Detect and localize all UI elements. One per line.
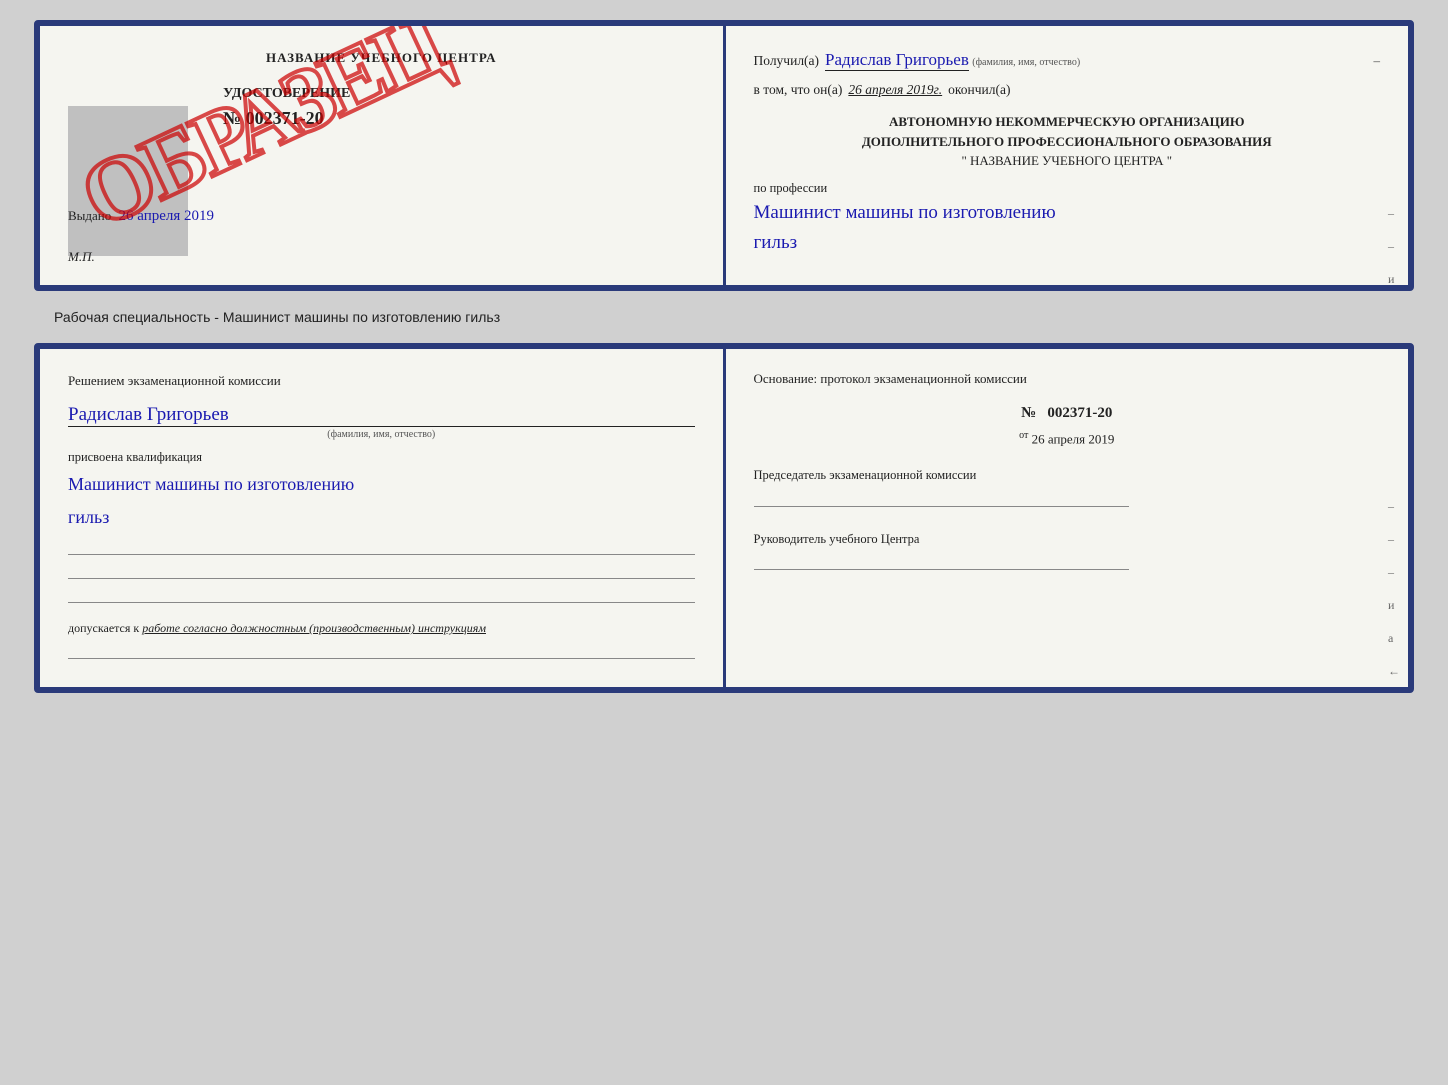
number-label: № (1021, 405, 1036, 421)
dopuskaetsya-value: работе согласно должностным (производств… (142, 621, 486, 635)
profession-line2: гильз (754, 230, 1381, 257)
underline-4 (68, 641, 695, 659)
separator-text: Рабочая специальность - Машинист машины … (54, 309, 500, 325)
protocol-number: № 002371-20 (754, 405, 1381, 422)
komissia-title: Решением экзаменационной комиссии (68, 371, 695, 391)
recipient-subtext: (фамилия, имя, отчество) (972, 57, 1080, 68)
underline-2 (68, 561, 695, 579)
underline-1 (68, 537, 695, 555)
predsedatel-line (754, 489, 1130, 507)
side-dashes-2: – – – и а ← – – – (1388, 499, 1400, 694)
kvalif-line2: гильз (68, 504, 695, 531)
doc1-left-panel: НАЗВАНИЕ УЧЕБНОГО ЦЕНТРА ОБРАЗЕЦ УДОСТОВ… (40, 26, 726, 285)
udc-title: УДОСТОВЕРЕНИЕ (223, 86, 695, 102)
udc-block: УДОСТОВЕРЕНИЕ № 002371-20 (223, 86, 695, 129)
profession-label: по профессии (754, 181, 1381, 196)
dopuskaetsya-label: допускается к (68, 621, 139, 635)
poluchil-label: Получил(а) (754, 53, 820, 69)
doc2-right-panel: Основание: протокол экзаменационной коми… (726, 349, 1409, 688)
org-line3: " НАЗВАНИЕ УЧЕБНОГО ЦЕНТРА " (754, 151, 1381, 171)
rukovoditel-line (754, 552, 1130, 570)
poluchil-row: Получил(а) Радислав Григорьев (фамилия, … (754, 50, 1381, 70)
predsedatel-label: Председатель экзаменационной комиссии (754, 467, 1381, 485)
dopuskaetsya-row: допускается к работе согласно должностны… (68, 619, 695, 637)
vydano-date: 26 апреля 2019 (119, 208, 215, 224)
rukovoditel-label: Руководитель учебного Центра (754, 531, 1381, 549)
vtom-date: 26 апреля 2019г. (848, 82, 942, 98)
side-dashes-1: – – и а ← – (1388, 206, 1400, 291)
prisvoena-label: присвоена квалификация (68, 450, 695, 465)
osnovanie-title: Основание: протокол экзаменационной коми… (754, 371, 1381, 387)
recipient-name: Радислав Григорьев (825, 50, 969, 71)
komissia-name: Радислав Григорьев (68, 404, 695, 427)
vydano-row: Выдано 26 апреля 2019 (68, 208, 214, 225)
dash-1: – (1374, 53, 1381, 69)
vtom-row: в том, что он(а) 26 апреля 2019г. окончи… (754, 82, 1381, 98)
doc1-right-panel: Получил(а) Радислав Григорьев (фамилия, … (726, 26, 1409, 285)
school-name-header: НАЗВАНИЕ УЧЕБНОГО ЦЕНТРА (68, 50, 695, 66)
ot-label: от (1019, 430, 1028, 441)
doc2-left-panel: Решением экзаменационной комиссии Радисл… (40, 349, 726, 688)
profession-line1: Машинист машины по изготовлению (754, 200, 1381, 227)
underline-3 (68, 585, 695, 603)
komissia-name-subtext: (фамилия, имя, отчество) (68, 429, 695, 440)
protocol-date: от 26 апреля 2019 (754, 430, 1381, 447)
udc-number: № 002371-20 (223, 108, 695, 129)
org-block: АВТОНОМНУЮ НЕКОММЕРЧЕСКУЮ ОРГАНИЗАЦИЮ ДО… (754, 112, 1381, 171)
mp-label: М.П. (68, 249, 95, 265)
protocol-date-value: 26 апреля 2019 (1032, 431, 1115, 446)
kvalif-line1: Машинист машины по изготовлению (68, 471, 695, 498)
org-line2: ДОПОЛНИТЕЛЬНОГО ПРОФЕССИОНАЛЬНОГО ОБРАЗО… (754, 132, 1381, 152)
document-2: Решением экзаменационной комиссии Радисл… (34, 343, 1414, 694)
org-line1: АВТОНОМНУЮ НЕКОММЕРЧЕСКУЮ ОРГАНИЗАЦИЮ (754, 112, 1381, 132)
rukovoditel-block: Руководитель учебного Центра (754, 531, 1381, 571)
vydano-label: Выдано (68, 208, 111, 223)
vtom-label: в том, что он(а) (754, 82, 843, 98)
photo-placeholder (68, 106, 188, 256)
document-1: НАЗВАНИЕ УЧЕБНОГО ЦЕНТРА ОБРАЗЕЦ УДОСТОВ… (34, 20, 1414, 291)
predsedatel-block: Председатель экзаменационной комиссии (754, 467, 1381, 507)
okonchil-label: окончил(а) (948, 82, 1010, 98)
number-value: 002371-20 (1047, 405, 1112, 421)
